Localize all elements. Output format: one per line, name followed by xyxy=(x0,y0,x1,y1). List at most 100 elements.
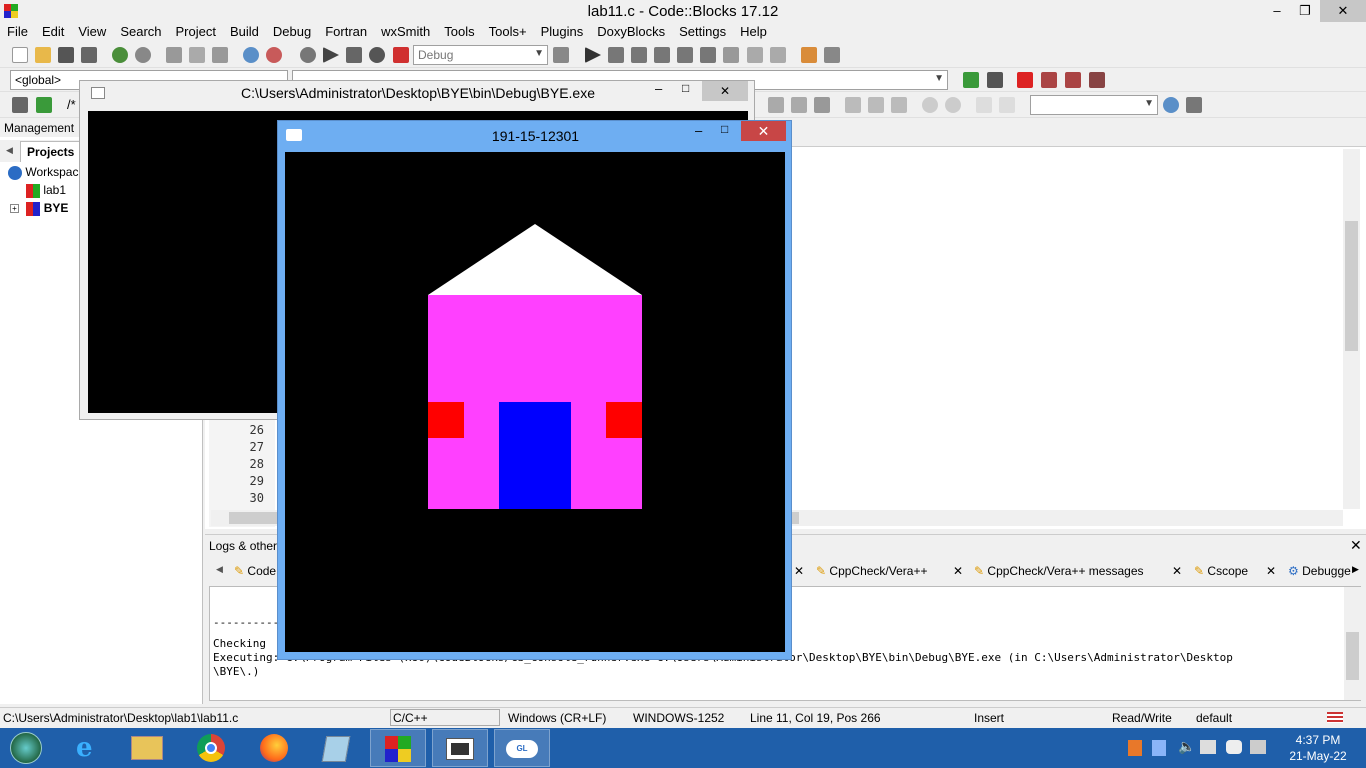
jump-forward-icon[interactable] xyxy=(987,72,1003,88)
menu-tools-plus[interactable]: Tools+ xyxy=(482,22,534,39)
undo-icon[interactable] xyxy=(112,47,128,63)
jump-back-icon[interactable] xyxy=(963,72,979,88)
taskbar-console[interactable] xyxy=(432,729,488,767)
next-instruction-icon[interactable] xyxy=(700,47,716,63)
zoom-out-icon[interactable] xyxy=(945,97,961,113)
select-all-icon[interactable] xyxy=(891,97,907,113)
close-icon[interactable]: ✕ xyxy=(1350,537,1362,554)
symbol-c-icon[interactable] xyxy=(999,97,1015,113)
block-comment-icon[interactable] xyxy=(768,97,784,113)
start-button[interactable] xyxy=(2,729,58,767)
scrollbar-thumb[interactable] xyxy=(1345,221,1358,351)
project-item-bye[interactable]: + BYE xyxy=(10,201,68,216)
taskbar-notes[interactable] xyxy=(310,729,366,767)
menu-debug[interactable]: Debug xyxy=(266,22,318,39)
tray-network-icon[interactable] xyxy=(1152,740,1166,756)
save-icon[interactable] xyxy=(58,47,74,63)
opengl-minimize-button[interactable]: – xyxy=(695,123,702,138)
menu-view[interactable]: View xyxy=(71,22,113,39)
menu-fortran[interactable]: Fortran xyxy=(318,22,374,39)
taskbar-firefox[interactable] xyxy=(248,729,304,767)
opengl-canvas[interactable] xyxy=(285,152,785,652)
redo-icon[interactable] xyxy=(135,47,151,63)
volume-icon[interactable]: 🔈 xyxy=(1178,738,1195,755)
tab-cppcheck-messages[interactable]: ✎ CppCheck/Vera++ messages xyxy=(970,561,1148,581)
close-icon[interactable]: ✕ xyxy=(1168,561,1186,581)
build-gear-icon[interactable] xyxy=(300,47,316,63)
replace-icon[interactable] xyxy=(266,47,282,63)
previous-bookmark-icon[interactable] xyxy=(1041,72,1057,88)
menu-project[interactable]: Project xyxy=(169,22,223,39)
editor-vertical-scrollbar[interactable] xyxy=(1343,149,1360,509)
stream-comment-icon[interactable] xyxy=(814,97,830,113)
console-minimize-button[interactable]: – xyxy=(655,81,662,96)
clear-bookmarks-icon[interactable] xyxy=(1089,72,1105,88)
rebuild-icon[interactable] xyxy=(369,47,385,63)
chevron-right-icon[interactable]: ▶ xyxy=(1348,561,1363,581)
debug-windows-icon[interactable] xyxy=(801,47,817,63)
taskbar-codeblocks[interactable] xyxy=(370,729,426,767)
taskbar-explorer[interactable] xyxy=(120,729,176,767)
doxy-extract-icon[interactable] xyxy=(36,97,52,113)
stop-debug-icon[interactable] xyxy=(770,47,786,63)
project-item-lab1[interactable]: lab1 xyxy=(26,183,66,198)
run-to-cursor-icon[interactable] xyxy=(608,47,624,63)
menu-tools[interactable]: Tools xyxy=(437,22,481,39)
select-target-icon[interactable] xyxy=(553,47,569,63)
save-all-icon[interactable] xyxy=(81,47,97,63)
tab-projects[interactable]: Projects xyxy=(20,141,80,162)
abort-icon[interactable] xyxy=(393,47,409,63)
restore-button[interactable]: ❐ xyxy=(1290,0,1320,22)
menu-plugins[interactable]: Plugins xyxy=(534,22,591,39)
taskbar-chrome[interactable] xyxy=(185,729,241,767)
menu-build[interactable]: Build xyxy=(223,22,266,39)
opengl-maximize-button[interactable]: □ xyxy=(721,122,728,136)
settings-wrench-icon[interactable] xyxy=(1186,97,1202,113)
step-instruction-icon[interactable] xyxy=(723,47,739,63)
tab-cscope[interactable]: ✎ Cscope xyxy=(1190,561,1252,581)
search-select[interactable]: ▼ xyxy=(1030,95,1158,115)
build-target-select[interactable]: Debug ▼ xyxy=(413,45,548,65)
menu-settings[interactable]: Settings xyxy=(672,22,733,39)
close-icon[interactable]: ✕ xyxy=(1262,561,1280,581)
select-line-icon[interactable] xyxy=(868,97,884,113)
symbol-s-icon[interactable] xyxy=(976,97,992,113)
search-icon[interactable] xyxy=(1163,97,1179,113)
zoom-in-icon[interactable] xyxy=(922,97,938,113)
expand-icon[interactable]: + xyxy=(10,204,19,214)
step-out-icon[interactable] xyxy=(677,47,693,63)
close-button[interactable]: ✕ xyxy=(1320,0,1366,22)
taskbar-ie[interactable]: e xyxy=(62,729,118,767)
various-info-icon[interactable] xyxy=(824,47,840,63)
tray-display-icon[interactable] xyxy=(1200,740,1216,754)
scrollbar-thumb[interactable] xyxy=(1346,632,1359,680)
find-icon[interactable] xyxy=(243,47,259,63)
line-comment-icon[interactable] xyxy=(791,97,807,113)
step-into-icon[interactable] xyxy=(654,47,670,63)
tab-cppcheck[interactable]: ✎ CppCheck/Vera++ xyxy=(812,561,931,581)
copy-icon[interactable] xyxy=(189,47,205,63)
toggle-bookmark-icon[interactable] xyxy=(1017,72,1033,88)
console-maximize-button[interactable]: □ xyxy=(682,81,689,95)
opengl-close-button[interactable]: ✕ xyxy=(741,121,786,141)
minimize-button[interactable]: – xyxy=(1262,0,1292,22)
close-icon[interactable]: ✕ xyxy=(949,561,967,581)
opengl-window[interactable]: 191-15-12301 – □ ✕ xyxy=(277,120,792,660)
run-icon[interactable] xyxy=(323,47,339,63)
next-line-icon[interactable] xyxy=(631,47,647,63)
build-run-icon[interactable] xyxy=(346,47,362,63)
taskbar-opengl[interactable]: GL xyxy=(494,729,550,767)
log-vertical-scrollbar[interactable] xyxy=(1344,587,1361,700)
new-file-icon[interactable] xyxy=(12,47,28,63)
tab-debugger[interactable]: ⚙ Debugge xyxy=(1284,561,1355,581)
tray-flag-icon[interactable] xyxy=(1250,740,1266,754)
cut-icon[interactable] xyxy=(166,47,182,63)
select-block-icon[interactable] xyxy=(845,97,861,113)
menu-edit[interactable]: Edit xyxy=(35,22,71,39)
next-bookmark-icon[interactable] xyxy=(1065,72,1081,88)
menu-file[interactable]: File xyxy=(0,22,35,39)
doxy-wizard-icon[interactable] xyxy=(12,97,28,113)
paste-icon[interactable] xyxy=(212,47,228,63)
tab-code[interactable]: ✎ Code xyxy=(230,561,280,581)
workspace-item[interactable]: Workspace xyxy=(8,165,85,180)
